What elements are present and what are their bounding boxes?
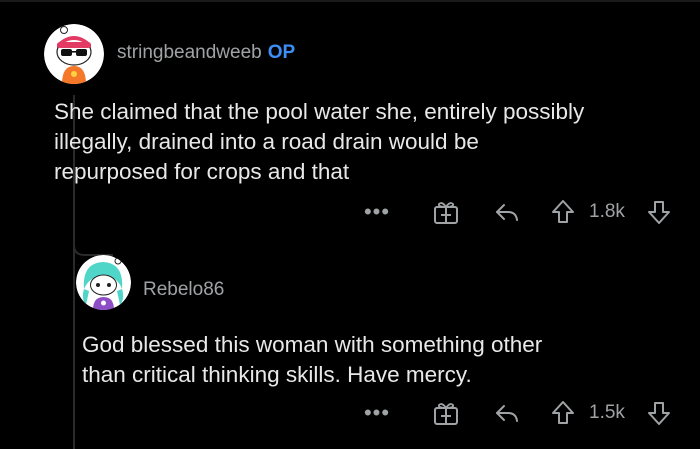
award-gift-icon — [434, 202, 458, 224]
avatar[interactable] — [76, 255, 131, 310]
comment-actions: ••• 1.5k — [0, 398, 700, 428]
snoo-avatar-icon — [44, 24, 104, 84]
upvote-button[interactable] — [549, 398, 577, 428]
more-options-icon: ••• — [363, 400, 391, 425]
username-text[interactable]: Rebelo86 — [143, 279, 224, 300]
award-button[interactable] — [431, 398, 461, 428]
award-gift-icon — [434, 403, 458, 425]
comment-body: God blessed this woman with something ot… — [82, 330, 682, 390]
vote-score: 1.8k — [589, 201, 625, 222]
comment-body: She claimed that the pool water she, ent… — [54, 97, 684, 187]
avatar[interactable] — [44, 24, 104, 84]
downvote-button[interactable] — [645, 398, 673, 428]
upvote-arrow-icon — [552, 200, 574, 223]
comment-author[interactable]: stringbeandweeb OP — [117, 42, 295, 64]
more-options-button[interactable]: ••• — [362, 197, 392, 227]
downvote-arrow-icon — [648, 402, 670, 425]
snoo-avatar-icon — [76, 255, 131, 310]
reply-button[interactable] — [492, 398, 522, 428]
comment-author[interactable]: Rebelo86 — [143, 279, 224, 301]
op-badge: OP — [267, 42, 296, 63]
more-options-icon: ••• — [363, 199, 391, 224]
thread-connector — [73, 235, 113, 256]
reply-icon — [496, 204, 518, 221]
comment-body-line: than critical thinking skills. Have merc… — [82, 362, 472, 387]
comment-thread: stringbeandweeb OP She claimed that the p… — [0, 0, 700, 449]
reply-icon — [496, 405, 518, 422]
username-text[interactable]: stringbeandweeb — [117, 42, 262, 63]
comment-2: Rebelo86 God blessed this woman with som… — [0, 235, 700, 449]
comment-body-line: illegally, drained into a road drain wou… — [54, 129, 479, 154]
comment-1: stringbeandweeb OP She claimed that the p… — [0, 0, 700, 235]
comment-body-line: She claimed that the pool water she, ent… — [54, 99, 585, 124]
upvote-button[interactable] — [549, 197, 577, 227]
award-button[interactable] — [431, 197, 461, 227]
reply-button[interactable] — [492, 197, 522, 227]
comment-actions: ••• 1.8k — [0, 197, 700, 227]
more-options-button[interactable]: ••• — [362, 398, 392, 428]
upvote-arrow-icon — [552, 401, 574, 424]
downvote-arrow-icon — [648, 201, 670, 224]
comment-body-line: God blessed this woman with something ot… — [82, 332, 543, 357]
comment-body-line: repurposed for crops and that — [54, 159, 350, 184]
downvote-button[interactable] — [645, 197, 673, 227]
vote-score: 1.5k — [589, 402, 625, 423]
